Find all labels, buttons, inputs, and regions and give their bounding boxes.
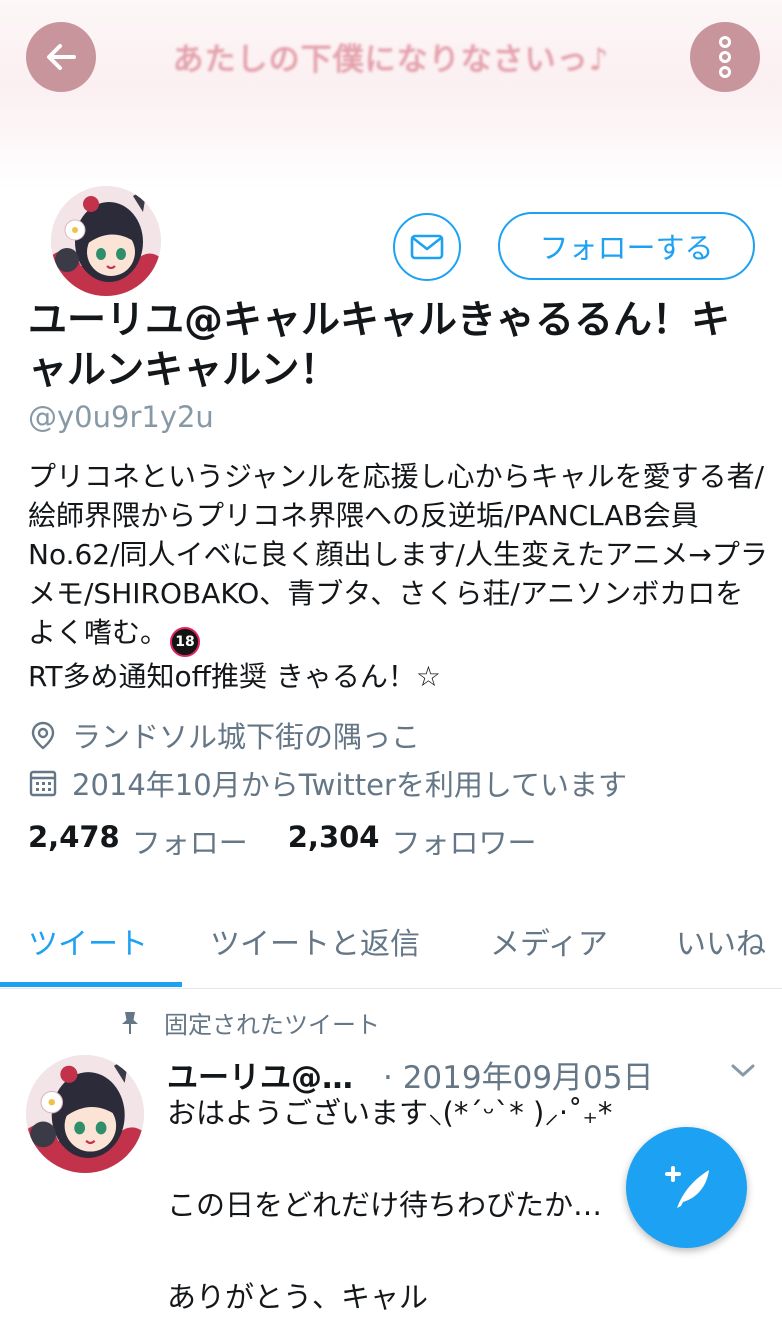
follow-counts: 2,478 フォロー 2,304 フォロワー <box>28 820 577 862</box>
pinned-text: 固定されたツイート <box>164 1011 380 1039</box>
avatar-illustration <box>51 186 161 296</box>
followers-label[interactable]: フォロワー <box>391 820 536 862</box>
banner-text: あたしの下僕になりなさいっ♪ <box>172 42 610 78</box>
followers-count[interactable]: 2,304 <box>288 820 380 862</box>
tab-likes[interactable]: いいね <box>676 898 766 984</box>
calendar-icon <box>28 768 58 798</box>
age-restriction-icon: 18 <box>170 627 201 657</box>
user-handle: @y0u9r1y2u <box>28 400 214 434</box>
pin-icon <box>118 1010 142 1036</box>
profile-banner: あたしの下僕になりなさいっ♪ <box>0 0 782 190</box>
follow-button[interactable]: フォローする <box>498 212 755 280</box>
pinned-tweet-label: 固定されたツイート <box>118 1005 380 1040</box>
tweet-menu-button[interactable] <box>730 1062 756 1084</box>
tab-media[interactable]: メディア <box>490 898 608 984</box>
arrow-left-icon <box>47 44 76 70</box>
tab-tweets-and-replies[interactable]: ツイートと返信 <box>210 898 420 984</box>
more-options-button[interactable] <box>690 22 760 92</box>
following-count[interactable]: 2,478 <box>28 820 120 862</box>
tweet-author-avatar[interactable] <box>26 1055 144 1173</box>
message-button[interactable] <box>393 213 461 281</box>
display-name: ユーリユ@キャルキャルきゃるるん！キャルンキャルン！ <box>28 298 731 393</box>
compose-tweet-button[interactable] <box>626 1127 747 1248</box>
tab-tweets[interactable]: ツイート <box>28 898 148 984</box>
mail-icon <box>410 234 444 260</box>
bio-tail-text: RT多め通知off推奨 きゃるん！☆ <box>28 660 441 693</box>
profile-avatar[interactable] <box>47 182 165 300</box>
back-button[interactable] <box>26 22 96 92</box>
profile-location: ランドソル城下街の隅っこ <box>28 714 420 756</box>
profile-tabs: ツイート ツイートと返信 メディア いいね <box>0 898 782 989</box>
joined-text: 2014年10月からTwitterを利用しています <box>72 768 628 802</box>
chevron-down-icon <box>731 1064 755 1077</box>
location-text: ランドソル城下街の隅っこ <box>72 720 421 754</box>
bio-text: プリコネというジャンルを応援し心からキャルを愛する者/絵師界隈からプリコネ界隈へ… <box>28 460 768 649</box>
profile-joined-date: 2014年10月からTwitterを利用しています <box>28 762 627 804</box>
location-pin-icon <box>28 720 58 750</box>
compose-tweet-icon <box>664 1165 709 1208</box>
avatar-illustration <box>26 1055 144 1173</box>
following-label[interactable]: フォロー <box>132 820 248 862</box>
active-tab-indicator <box>0 982 182 987</box>
more-vertical-icon <box>719 36 731 78</box>
profile-bio: プリコネというジャンルを応援し心からキャルを愛する者/絵師界隈からプリコネ界隈へ… <box>28 457 768 696</box>
